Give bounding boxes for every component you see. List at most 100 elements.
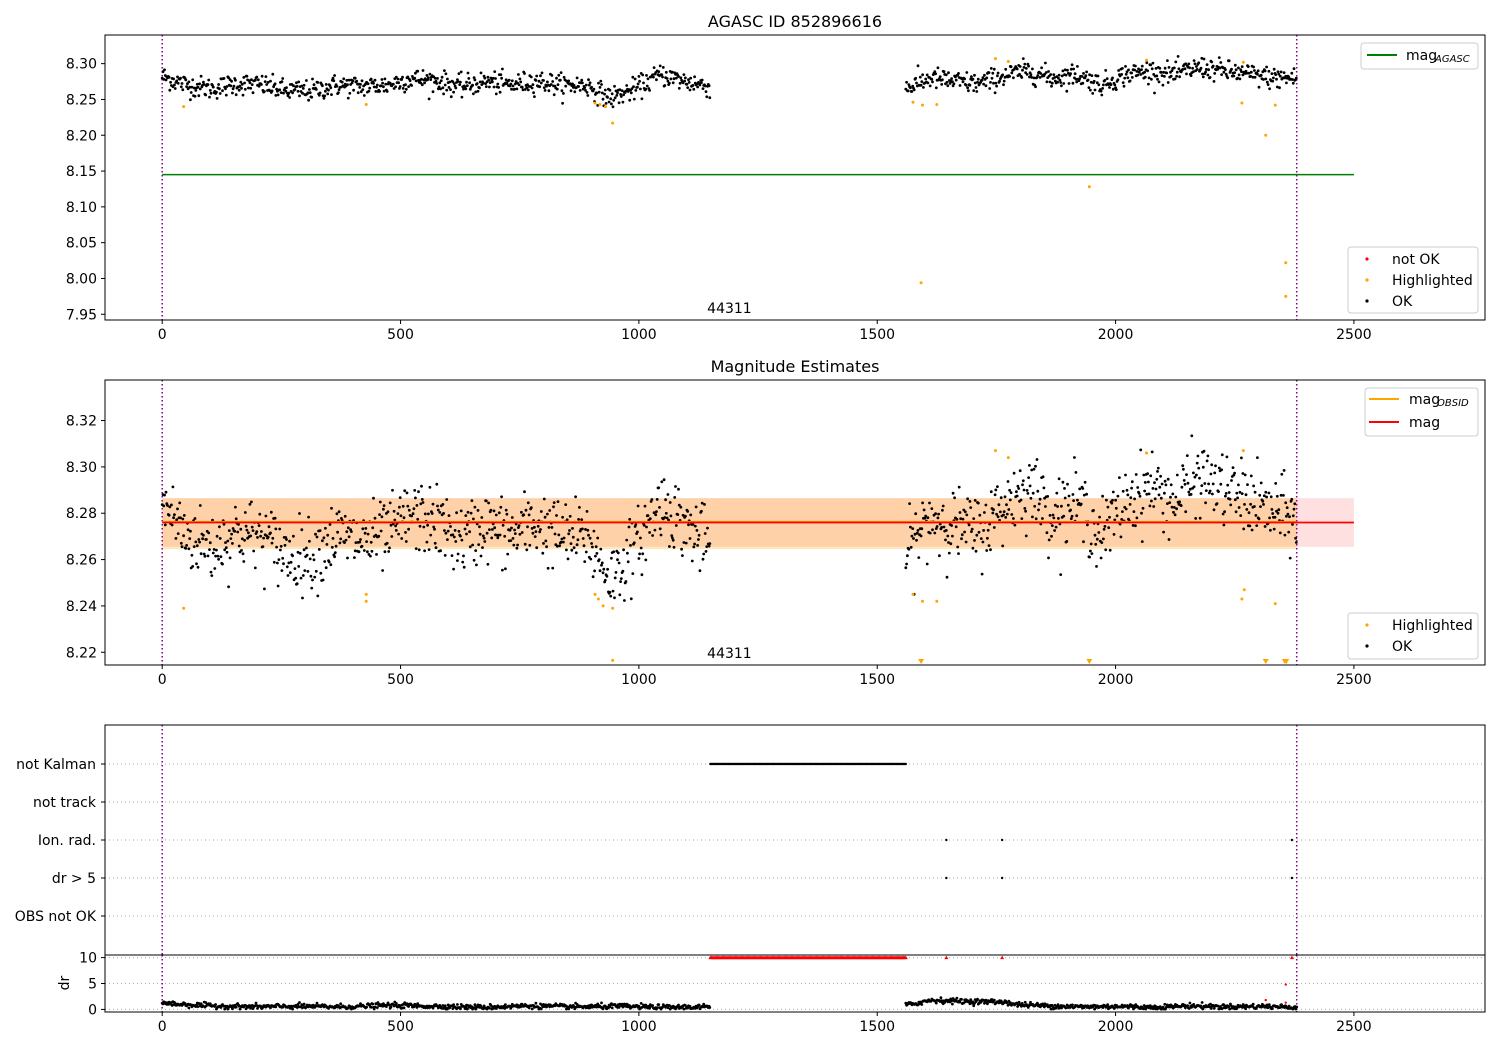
ok-point — [1284, 501, 1288, 505]
ok-point — [965, 71, 969, 74]
ok-point — [413, 489, 417, 492]
ok-point — [957, 72, 960, 75]
ok-point — [1174, 495, 1178, 499]
ok-point — [520, 531, 524, 534]
ok-point — [382, 85, 385, 89]
ok-point — [407, 508, 411, 512]
ok-point — [904, 566, 908, 570]
ok-point — [629, 91, 633, 95]
highlighted-point — [1264, 133, 1268, 137]
ok-point — [958, 84, 962, 87]
ok-point — [1206, 73, 1210, 77]
ok-point — [696, 85, 699, 89]
ok-point — [457, 529, 461, 533]
ok-point — [195, 82, 199, 86]
ok-point — [178, 501, 182, 505]
legend-mag-agasc-subscript: AGASC — [1434, 54, 1470, 65]
ok-point — [632, 541, 636, 545]
ok-point — [1001, 73, 1005, 77]
ok-point — [443, 69, 446, 72]
ok-point — [686, 510, 690, 513]
ok-point — [991, 511, 995, 515]
ok-point — [650, 498, 654, 501]
ok-point — [1224, 494, 1227, 498]
ok-point — [1175, 74, 1178, 78]
ok-point — [1244, 493, 1248, 497]
ok-point — [581, 537, 585, 540]
ok-point — [597, 90, 601, 94]
ok-point — [965, 513, 969, 517]
ok-point — [243, 511, 247, 514]
ok-point — [568, 529, 571, 532]
ok-point — [593, 569, 596, 573]
ok-point — [1201, 465, 1205, 469]
ok-point — [517, 83, 521, 87]
ok-point — [931, 80, 934, 84]
ok-point — [1089, 88, 1092, 92]
ok-point — [342, 77, 346, 81]
ok-point — [276, 561, 279, 565]
ok-point — [636, 82, 640, 86]
ok-point — [208, 89, 212, 92]
ok-point — [454, 540, 458, 543]
ok-point — [1034, 85, 1037, 89]
ok-point — [386, 510, 390, 514]
ok-point — [1221, 512, 1225, 516]
ok-point — [1239, 514, 1243, 517]
ok-point — [509, 82, 513, 86]
ok-point — [645, 74, 648, 77]
ok-point — [169, 80, 173, 84]
highlighted-point — [993, 449, 997, 453]
ok-point — [365, 1005, 368, 1009]
ok-point — [567, 532, 571, 536]
ok-point — [610, 1006, 614, 1010]
ok-point — [403, 489, 407, 493]
ok-point — [387, 550, 391, 553]
ok-point — [1259, 73, 1263, 77]
ok-point — [539, 74, 542, 78]
ok-point — [1008, 75, 1011, 78]
y-tick-label: 8.26 — [66, 553, 97, 569]
ok-point — [310, 95, 314, 99]
x-tick-label: 1500 — [859, 327, 895, 343]
ok-point — [617, 561, 621, 565]
ok-point — [542, 497, 546, 501]
ok-point — [1232, 74, 1236, 78]
ok-point — [1085, 492, 1088, 496]
ok-point — [1290, 497, 1294, 501]
ok-point — [577, 518, 580, 521]
ok-point — [269, 79, 272, 83]
y-tick-label: 5 — [88, 977, 97, 993]
ok-point — [915, 538, 918, 542]
ok-point — [1082, 540, 1085, 544]
ok-point — [592, 87, 596, 91]
ok-point — [291, 1007, 294, 1011]
panel4-ylabel: dr — [57, 975, 73, 990]
ok-point — [260, 74, 264, 78]
ok-point — [378, 90, 381, 93]
ok-point — [600, 83, 603, 86]
ok-point — [1156, 77, 1159, 81]
ok-point — [1124, 72, 1128, 76]
ok-point — [1147, 82, 1150, 86]
ok-point — [1116, 494, 1120, 498]
ok-point — [1294, 76, 1298, 80]
ok-point — [1021, 57, 1025, 60]
ok-point — [590, 85, 593, 89]
ok-point — [421, 69, 425, 72]
ok-point — [357, 550, 361, 554]
ok-point — [1269, 495, 1273, 499]
ok-point — [1272, 527, 1276, 531]
ok-point — [539, 510, 543, 513]
ok-point — [504, 508, 508, 512]
ok-point — [314, 532, 317, 536]
ok-point — [457, 72, 461, 75]
ok-point — [967, 523, 971, 527]
y-tick-label: 8.05 — [66, 236, 97, 252]
ok-point — [592, 529, 596, 533]
ok-point — [435, 482, 439, 486]
ok-point — [640, 97, 644, 101]
ok-point — [478, 525, 481, 529]
ok-point — [924, 77, 928, 81]
ok-point — [305, 553, 309, 557]
